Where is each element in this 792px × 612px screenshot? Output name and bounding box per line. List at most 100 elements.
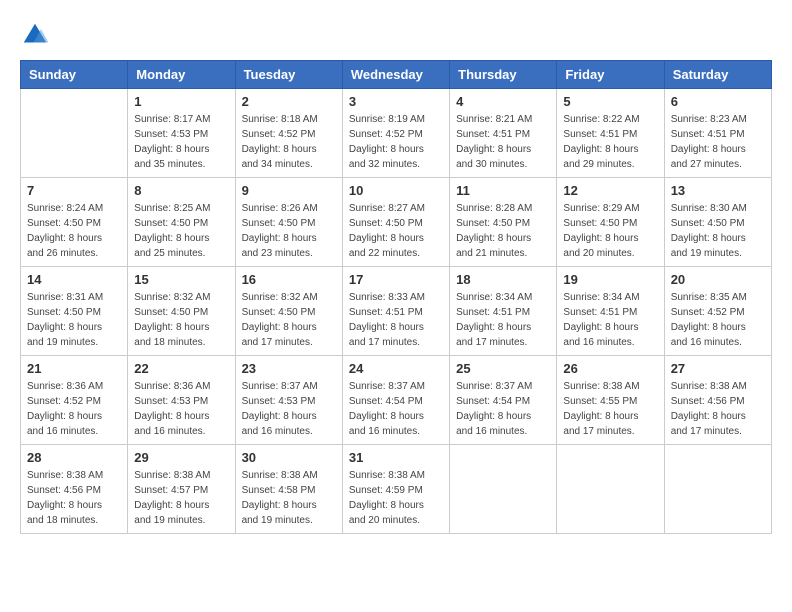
day-number: 14	[27, 272, 121, 287]
day-info: Sunrise: 8:38 AMSunset: 4:57 PMDaylight:…	[134, 468, 228, 528]
day-number: 25	[456, 361, 550, 376]
day-info: Sunrise: 8:25 AMSunset: 4:50 PMDaylight:…	[134, 201, 228, 261]
day-info: Sunrise: 8:26 AMSunset: 4:50 PMDaylight:…	[242, 201, 336, 261]
day-info: Sunrise: 8:27 AMSunset: 4:50 PMDaylight:…	[349, 201, 443, 261]
day-number: 16	[242, 272, 336, 287]
day-info: Sunrise: 8:32 AMSunset: 4:50 PMDaylight:…	[242, 290, 336, 350]
day-info: Sunrise: 8:32 AMSunset: 4:50 PMDaylight:…	[134, 290, 228, 350]
col-header-thursday: Thursday	[450, 61, 557, 89]
day-info: Sunrise: 8:34 AMSunset: 4:51 PMDaylight:…	[563, 290, 657, 350]
logo	[20, 20, 54, 50]
day-number: 19	[563, 272, 657, 287]
day-number: 10	[349, 183, 443, 198]
day-info: Sunrise: 8:19 AMSunset: 4:52 PMDaylight:…	[349, 112, 443, 172]
day-number: 12	[563, 183, 657, 198]
calendar-cell: 5 Sunrise: 8:22 AMSunset: 4:51 PMDaylight…	[557, 89, 664, 178]
day-info: Sunrise: 8:31 AMSunset: 4:50 PMDaylight:…	[27, 290, 121, 350]
calendar-cell: 20Sunrise: 8:35 AMSunset: 4:52 PMDayligh…	[664, 267, 771, 356]
day-info: Sunrise: 8:38 AMSunset: 4:56 PMDaylight:…	[27, 468, 121, 528]
day-number: 18	[456, 272, 550, 287]
calendar-week-5: 28Sunrise: 8:38 AMSunset: 4:56 PMDayligh…	[21, 445, 772, 534]
day-info: Sunrise: 8:28 AMSunset: 4:50 PMDaylight:…	[456, 201, 550, 261]
calendar-cell: 8 Sunrise: 8:25 AMSunset: 4:50 PMDaylight…	[128, 178, 235, 267]
calendar-cell: 1 Sunrise: 8:17 AMSunset: 4:53 PMDaylight…	[128, 89, 235, 178]
day-number: 21	[27, 361, 121, 376]
day-info: Sunrise: 8:30 AMSunset: 4:50 PMDaylight:…	[671, 201, 765, 261]
day-number: 22	[134, 361, 228, 376]
day-info: Sunrise: 8:21 AMSunset: 4:51 PMDaylight:…	[456, 112, 550, 172]
calendar-cell	[21, 89, 128, 178]
day-number: 7	[27, 183, 121, 198]
day-number: 5	[563, 94, 657, 109]
day-info: Sunrise: 8:36 AMSunset: 4:52 PMDaylight:…	[27, 379, 121, 439]
calendar-cell: 12 Sunrise: 8:29 AMSunset: 4:50 PMDayligh…	[557, 178, 664, 267]
calendar-cell: 29 Sunrise: 8:38 AMSunset: 4:57 PMDayligh…	[128, 445, 235, 534]
col-header-saturday: Saturday	[664, 61, 771, 89]
day-info: Sunrise: 8:33 AMSunset: 4:51 PMDaylight:…	[349, 290, 443, 350]
calendar-header-row: SundayMondayTuesdayWednesdayThursdayFrid…	[21, 61, 772, 89]
calendar-cell: 13 Sunrise: 8:30 AMSunset: 4:50 PMDayligh…	[664, 178, 771, 267]
day-number: 1	[134, 94, 228, 109]
day-info: Sunrise: 8:22 AMSunset: 4:51 PMDaylight:…	[563, 112, 657, 172]
calendar-cell: 17 Sunrise: 8:33 AMSunset: 4:51 PMDayligh…	[342, 267, 449, 356]
calendar-cell: 18 Sunrise: 8:34 AMSunset: 4:51 PMDayligh…	[450, 267, 557, 356]
day-number: 3	[349, 94, 443, 109]
day-number: 30	[242, 450, 336, 465]
calendar-week-2: 7 Sunrise: 8:24 AMSunset: 4:50 PMDaylight…	[21, 178, 772, 267]
calendar-cell: 6Sunrise: 8:23 AMSunset: 4:51 PMDaylight…	[664, 89, 771, 178]
calendar-cell	[664, 445, 771, 534]
calendar-cell: 9 Sunrise: 8:26 AMSunset: 4:50 PMDaylight…	[235, 178, 342, 267]
calendar-cell: 15Sunrise: 8:32 AMSunset: 4:50 PMDayligh…	[128, 267, 235, 356]
day-number: 23	[242, 361, 336, 376]
calendar-week-3: 14 Sunrise: 8:31 AMSunset: 4:50 PMDayligh…	[21, 267, 772, 356]
calendar-cell: 27Sunrise: 8:38 AMSunset: 4:56 PMDayligh…	[664, 356, 771, 445]
day-number: 4	[456, 94, 550, 109]
day-info: Sunrise: 8:38 AMSunset: 4:59 PMDaylight:…	[349, 468, 443, 528]
logo-icon	[20, 20, 50, 50]
calendar-cell: 31 Sunrise: 8:38 AMSunset: 4:59 PMDayligh…	[342, 445, 449, 534]
day-number: 8	[134, 183, 228, 198]
calendar-cell: 25Sunrise: 8:37 AMSunset: 4:54 PMDayligh…	[450, 356, 557, 445]
day-number: 13	[671, 183, 765, 198]
day-number: 31	[349, 450, 443, 465]
calendar-cell	[450, 445, 557, 534]
day-info: Sunrise: 8:37 AMSunset: 4:54 PMDaylight:…	[349, 379, 443, 439]
col-header-sunday: Sunday	[21, 61, 128, 89]
day-info: Sunrise: 8:29 AMSunset: 4:50 PMDaylight:…	[563, 201, 657, 261]
day-number: 29	[134, 450, 228, 465]
day-info: Sunrise: 8:23 AMSunset: 4:51 PMDaylight:…	[671, 112, 765, 172]
calendar-cell: 24 Sunrise: 8:37 AMSunset: 4:54 PMDayligh…	[342, 356, 449, 445]
col-header-wednesday: Wednesday	[342, 61, 449, 89]
calendar-cell: 23 Sunrise: 8:37 AMSunset: 4:53 PMDayligh…	[235, 356, 342, 445]
calendar-cell: 10 Sunrise: 8:27 AMSunset: 4:50 PMDayligh…	[342, 178, 449, 267]
day-number: 9	[242, 183, 336, 198]
calendar-cell: 4 Sunrise: 8:21 AMSunset: 4:51 PMDaylight…	[450, 89, 557, 178]
calendar-cell: 19 Sunrise: 8:34 AMSunset: 4:51 PMDayligh…	[557, 267, 664, 356]
calendar-cell: 14 Sunrise: 8:31 AMSunset: 4:50 PMDayligh…	[21, 267, 128, 356]
day-info: Sunrise: 8:24 AMSunset: 4:50 PMDaylight:…	[27, 201, 121, 261]
calendar-cell: 26Sunrise: 8:38 AMSunset: 4:55 PMDayligh…	[557, 356, 664, 445]
calendar-cell: 7 Sunrise: 8:24 AMSunset: 4:50 PMDaylight…	[21, 178, 128, 267]
day-number: 24	[349, 361, 443, 376]
day-info: Sunrise: 8:17 AMSunset: 4:53 PMDaylight:…	[134, 112, 228, 172]
day-info: Sunrise: 8:37 AMSunset: 4:53 PMDaylight:…	[242, 379, 336, 439]
calendar-table: SundayMondayTuesdayWednesdayThursdayFrid…	[20, 60, 772, 534]
day-number: 20	[671, 272, 765, 287]
day-number: 11	[456, 183, 550, 198]
day-info: Sunrise: 8:36 AMSunset: 4:53 PMDaylight:…	[134, 379, 228, 439]
calendar-week-1: 1 Sunrise: 8:17 AMSunset: 4:53 PMDaylight…	[21, 89, 772, 178]
day-info: Sunrise: 8:38 AMSunset: 4:56 PMDaylight:…	[671, 379, 765, 439]
day-info: Sunrise: 8:34 AMSunset: 4:51 PMDaylight:…	[456, 290, 550, 350]
day-info: Sunrise: 8:38 AMSunset: 4:58 PMDaylight:…	[242, 468, 336, 528]
calendar-cell: 16 Sunrise: 8:32 AMSunset: 4:50 PMDayligh…	[235, 267, 342, 356]
day-number: 26	[563, 361, 657, 376]
day-number: 2	[242, 94, 336, 109]
col-header-monday: Monday	[128, 61, 235, 89]
calendar-cell: 21 Sunrise: 8:36 AMSunset: 4:52 PMDayligh…	[21, 356, 128, 445]
day-number: 17	[349, 272, 443, 287]
calendar-cell: 2 Sunrise: 8:18 AMSunset: 4:52 PMDaylight…	[235, 89, 342, 178]
day-info: Sunrise: 8:18 AMSunset: 4:52 PMDaylight:…	[242, 112, 336, 172]
page-header	[20, 20, 772, 50]
col-header-tuesday: Tuesday	[235, 61, 342, 89]
col-header-friday: Friday	[557, 61, 664, 89]
